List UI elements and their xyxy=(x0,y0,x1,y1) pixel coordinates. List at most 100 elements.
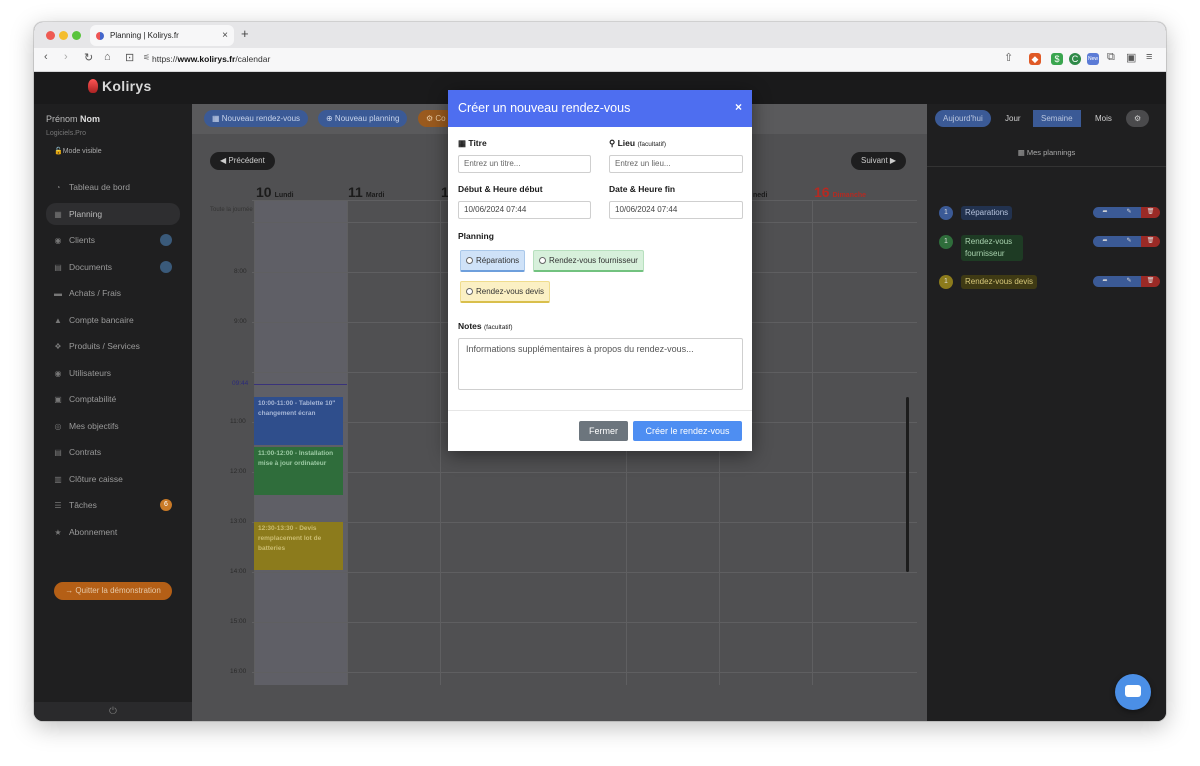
settings-gear-icon[interactable]: ⚙ xyxy=(1126,110,1150,127)
start-datetime-input[interactable]: 10/06/2024 07:44 xyxy=(458,201,591,219)
sidebar-item-subscription[interactable]: ★ Abonnement xyxy=(46,521,180,543)
edit-icon[interactable]: ✎ xyxy=(1117,236,1141,247)
calendar-small-icon: ▦ xyxy=(458,138,469,148)
sidebar-item-products[interactable]: ❖ Produits / Services xyxy=(46,335,180,357)
today-button[interactable]: Aujourd'hui xyxy=(935,110,991,127)
planning-option-repairs[interactable]: Réparations xyxy=(460,250,526,272)
sidebar-item-users[interactable]: ◉ Utilisateurs xyxy=(46,362,180,384)
radio-icon[interactable] xyxy=(539,257,546,264)
extension-circle-icon[interactable]: C xyxy=(1069,53,1081,65)
new-appointment-button[interactable]: ▦ Nouveau rendez-vous xyxy=(204,110,309,127)
star-icon: ★ xyxy=(54,527,62,537)
end-datetime-input[interactable]: 10/06/2024 07:44 xyxy=(609,201,743,219)
day-header-tuesday[interactable]: 11 Mardi xyxy=(348,184,384,200)
planning-row-quotes[interactable]: 1 Rendez-vous devis ➦ ✎ 🗑 xyxy=(939,275,1160,289)
share-icon[interactable]: ➦ xyxy=(1093,236,1117,247)
event-battery-quote[interactable]: 12:30-13:30 - Devis remplacement lot de … xyxy=(254,522,343,570)
sidebar-item-dashboard[interactable]: ◔ Tableau de bord xyxy=(46,176,180,198)
new-tab-icon[interactable]: + xyxy=(241,26,249,41)
sidebar-item-clients[interactable]: ◉ Clients xyxy=(46,229,180,251)
next-week-button[interactable]: Suivant ▶ xyxy=(851,152,907,170)
bookmark-icon[interactable]: ⊡ xyxy=(125,51,134,64)
notes-textarea[interactable]: Informations supplémentaires à propos du… xyxy=(458,338,743,390)
extension-new-icon[interactable]: New xyxy=(1087,53,1099,65)
sidebar-item-bank[interactable]: ▲ Compte bancaire xyxy=(46,309,180,331)
extension-green-icon[interactable]: $ xyxy=(1051,53,1063,65)
sidebar-toggle-icon[interactable]: ▣ xyxy=(1126,51,1136,64)
previous-week-button[interactable]: ◀ Précédent xyxy=(210,152,275,170)
forward-icon[interactable]: › xyxy=(64,51,68,63)
close-window-dot[interactable] xyxy=(46,31,55,40)
trash-icon[interactable]: 🗑 xyxy=(1141,207,1160,218)
day-header-saturday[interactable]: nedi xyxy=(750,184,767,200)
map-pin-icon: ⚲ xyxy=(609,138,618,148)
hour-label: 8:00 xyxy=(234,268,247,275)
power-icon[interactable]: ⏻ xyxy=(34,702,192,721)
view-month-button[interactable]: Mois xyxy=(1087,110,1120,127)
minimize-window-dot[interactable] xyxy=(59,31,68,40)
sidebar-item-planning[interactable]: ▦ Planning xyxy=(46,203,180,225)
event-tablet-repair[interactable]: 10:00-11:00 - Tablette 10" changement éc… xyxy=(254,397,343,445)
trash-icon[interactable]: 🗑 xyxy=(1141,276,1160,287)
planning-name[interactable]: Rendez-vous fournisseur xyxy=(961,235,1023,261)
place-input[interactable]: Entrez un lieu... xyxy=(609,155,743,173)
maximize-window-dot[interactable] xyxy=(72,31,81,40)
title-input[interactable]: Entrez un titre... xyxy=(458,155,591,173)
planning-name[interactable]: Rendez-vous devis xyxy=(961,275,1038,289)
new-planning-button[interactable]: ⊕ Nouveau planning xyxy=(318,110,408,127)
planning-option-quotes[interactable]: Rendez-vous devis xyxy=(460,281,551,303)
share-icon[interactable]: ⇧ xyxy=(1004,51,1013,64)
my-plannings-title: ▦ Mes plannings xyxy=(1017,148,1076,157)
place-label: ⚲ Lieu (facultatif) xyxy=(609,138,666,148)
sidebar-item-purchases[interactable]: ▬ Achats / Frais xyxy=(46,282,180,304)
back-icon[interactable]: ‹ xyxy=(44,51,48,63)
share-icon[interactable]: ➦ xyxy=(1093,276,1117,287)
sidebar-item-tasks[interactable]: ☰ Tâches 6 xyxy=(46,494,180,516)
view-day-button[interactable]: Jour xyxy=(997,110,1029,127)
planning-row-supplier[interactable]: 1 Rendez-vous fournisseur ➦ ✎ 🗑 xyxy=(939,235,1160,263)
sidebar-item-cash-closing[interactable]: ▥ Clôture caisse xyxy=(46,468,180,490)
day-header-monday[interactable]: 10 Lundi xyxy=(256,184,294,200)
reload-icon[interactable]: ↻ xyxy=(84,51,93,64)
browser-tab[interactable]: Planning | Kolirys.fr × xyxy=(90,25,234,46)
planning-option-supplier[interactable]: Rendez-vous fournisseur xyxy=(533,250,644,272)
quit-demo-button[interactable]: → Quitter la démonstration xyxy=(54,582,172,600)
chat-bubble-icon[interactable] xyxy=(1115,674,1151,710)
edit-icon[interactable]: ✎ xyxy=(1117,207,1141,218)
modal-close-icon[interactable]: × xyxy=(735,100,742,114)
edit-icon[interactable]: ✎ xyxy=(1117,276,1141,287)
planning-count-badge: 1 xyxy=(939,206,953,220)
sidebar-item-contracts[interactable]: ▤ Contrats xyxy=(46,441,180,463)
sidebar-item-documents[interactable]: ▤ Documents xyxy=(46,256,180,278)
home-icon[interactable]: ⌂ xyxy=(104,51,111,63)
modal-title: Créer un nouveau rendez-vous xyxy=(458,101,631,115)
planning-name[interactable]: Réparations xyxy=(961,206,1013,220)
list-icon: ☰ xyxy=(54,500,62,510)
sidebar-item-goals[interactable]: ◎ Mes objectifs xyxy=(46,415,180,437)
radio-icon[interactable] xyxy=(466,288,473,295)
share-icon[interactable]: ➦ xyxy=(1093,207,1117,218)
view-week-button[interactable]: Semaine xyxy=(1033,110,1081,127)
site-settings-icon[interactable]: ⚟ xyxy=(143,53,150,62)
document-icon: ▤ xyxy=(54,262,62,272)
target-icon: ◎ xyxy=(54,421,62,431)
calendar-scrollbar[interactable] xyxy=(906,397,909,572)
close-button[interactable]: Fermer xyxy=(579,421,628,441)
day-header-sunday[interactable]: 16 Dimanche xyxy=(814,184,866,200)
brand-logo[interactable]: Kolirys xyxy=(88,78,152,94)
event-computer-update[interactable]: 11:00-12:00 - Installation mise à jour o… xyxy=(254,447,343,495)
create-appointment-button[interactable]: Créer le rendez-vous xyxy=(633,421,742,441)
puzzle-icon[interactable]: ⧉ xyxy=(1107,51,1115,64)
sidebar-item-accounting[interactable]: ▣ Comptabilité xyxy=(46,388,180,410)
tab-close-icon[interactable]: × xyxy=(222,30,228,41)
brave-shield-icon[interactable]: ◆ xyxy=(1029,53,1041,65)
trash-icon[interactable]: 🗑 xyxy=(1141,236,1160,247)
planning-row-repairs[interactable]: 1 Réparations ➦ ✎ 🗑 xyxy=(939,206,1160,220)
user-role: Logiciels.Pro xyxy=(46,130,87,137)
visible-mode-toggle[interactable]: 🔓Mode visible xyxy=(54,147,102,155)
menu-icon[interactable]: ≡ xyxy=(1146,51,1152,63)
modal-footer-divider xyxy=(448,410,752,411)
url-field[interactable]: https://www.kolirys.fr/calendar xyxy=(152,54,270,64)
radio-icon[interactable] xyxy=(466,257,473,264)
money-icon: ▣ xyxy=(54,394,62,404)
